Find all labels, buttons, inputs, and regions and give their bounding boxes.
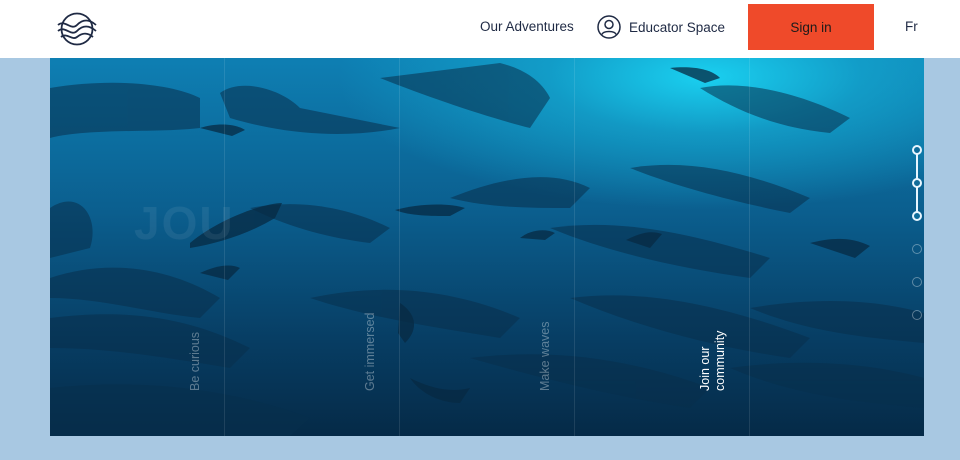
column-divider	[224, 58, 225, 436]
column-make-waves[interactable]: Make waves	[538, 231, 553, 391]
nav-our-adventures[interactable]: Our Adventures	[480, 19, 574, 34]
pager-dot-2[interactable]	[912, 178, 922, 188]
column-get-immersed[interactable]: Get immersed	[363, 231, 378, 392]
user-circle-icon	[597, 15, 621, 39]
nav-educator-space[interactable]: Educator Space	[597, 14, 725, 40]
pager-dot-6[interactable]	[912, 310, 922, 320]
top-navigation-bar: Our Adventures Educator Space Sign in Fr	[0, 0, 960, 58]
column-divider	[399, 58, 400, 436]
pager-dot-5[interactable]	[912, 277, 922, 287]
hero-watermark: JOU	[134, 197, 235, 249]
waves-globe-icon[interactable]	[56, 11, 98, 47]
pager-dot-4[interactable]	[912, 244, 922, 254]
language-toggle[interactable]: Fr	[905, 19, 918, 34]
pager-dot-3[interactable]	[912, 211, 922, 221]
column-be-curious[interactable]: Be curious	[188, 231, 203, 391]
column-divider	[749, 58, 750, 436]
column-join-our-community[interactable]: Join our community	[698, 321, 728, 391]
slide-pager	[912, 145, 922, 320]
hero-banner: JOU Be curious Get immersed Make waves J…	[50, 58, 924, 436]
sign-in-button[interactable]: Sign in	[748, 4, 874, 50]
pager-dot-1[interactable]	[912, 145, 922, 155]
educator-space-label: Educator Space	[629, 19, 726, 35]
column-divider	[574, 58, 575, 436]
